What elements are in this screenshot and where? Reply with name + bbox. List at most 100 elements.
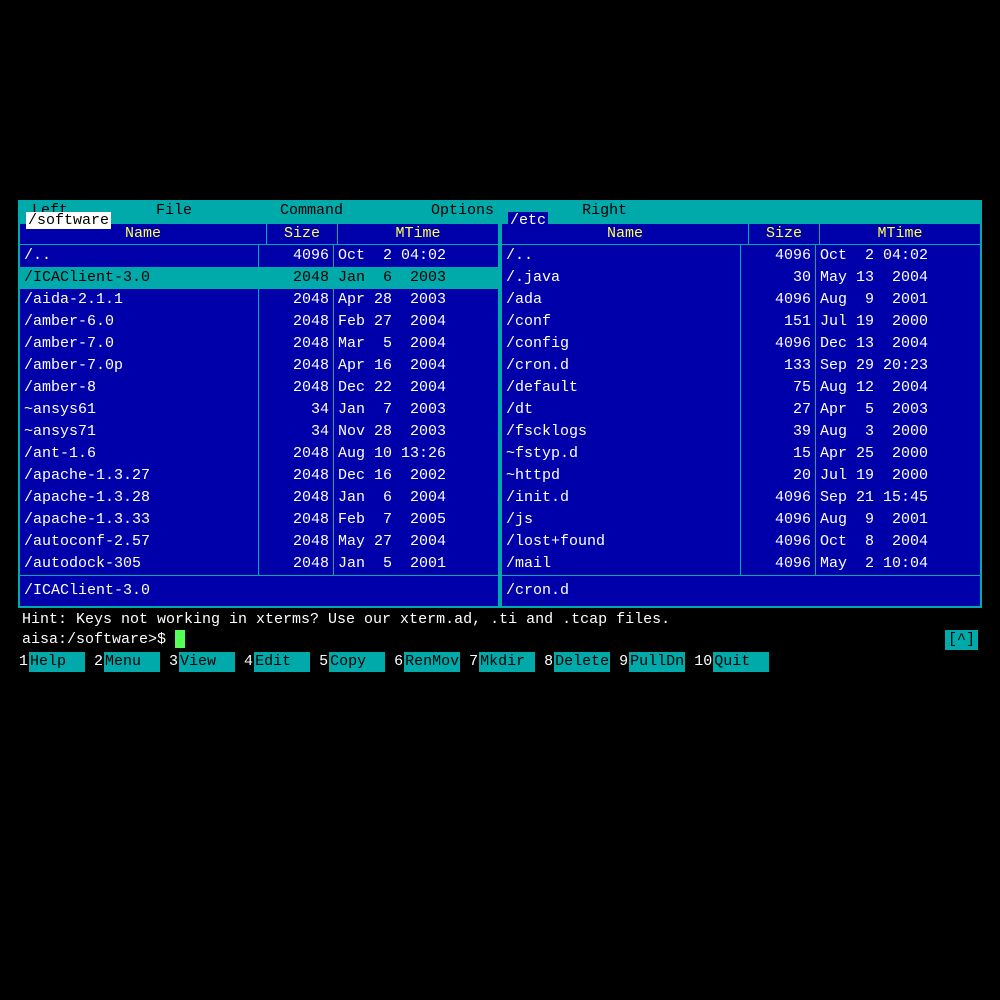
- file-row[interactable]: /fscklogs39Aug 3 2000: [502, 421, 980, 443]
- file-row[interactable]: /amber-82048Dec 22 2004: [20, 377, 498, 399]
- file-row[interactable]: /apache-1.3.332048Feb 7 2005: [20, 509, 498, 531]
- file-row[interactable]: ~ansys7134Nov 28 2003: [20, 421, 498, 443]
- file-row[interactable]: /mail4096May 2 10:04: [502, 553, 980, 575]
- file-name: /..: [20, 245, 259, 267]
- file-row[interactable]: /autodock-3052048Jan 5 2001: [20, 553, 498, 575]
- file-mtime: Apr 28 2003: [334, 289, 498, 311]
- header-mtime[interactable]: MTime: [820, 224, 980, 244]
- file-row[interactable]: /ICAClient-3.02048Jan 6 2003: [20, 267, 498, 289]
- fkey-view[interactable]: 3View: [168, 652, 235, 672]
- right-panel-status: /cron.d: [502, 575, 980, 606]
- file-row[interactable]: /amber-6.02048Feb 27 2004: [20, 311, 498, 333]
- file-row[interactable]: /config4096Dec 13 2004: [502, 333, 980, 355]
- left-panel[interactable]: /software Name Size MTime /..4096Oct 2 0…: [18, 222, 500, 608]
- file-row[interactable]: /autoconf-2.572048May 27 2004: [20, 531, 498, 553]
- fkey-label: View: [179, 652, 235, 672]
- fkey-help[interactable]: 1Help: [18, 652, 85, 672]
- file-row[interactable]: /ada4096Aug 9 2001: [502, 289, 980, 311]
- file-name: /conf: [502, 311, 741, 333]
- fkey-quit[interactable]: 10Quit: [693, 652, 769, 672]
- menu-command[interactable]: Command: [266, 200, 357, 222]
- file-mtime: Jan 7 2003: [334, 399, 498, 421]
- header-size[interactable]: Size: [749, 224, 820, 244]
- file-row[interactable]: /conf151Jul 19 2000: [502, 311, 980, 333]
- midnight-commander: Left File Command Options Right /softwar…: [18, 200, 982, 672]
- file-row[interactable]: /amber-7.02048Mar 5 2004: [20, 333, 498, 355]
- fkey-number: 1: [18, 652, 29, 672]
- file-row[interactable]: /ant-1.62048Aug 10 13:26: [20, 443, 498, 465]
- fkey-edit[interactable]: 4Edit: [243, 652, 310, 672]
- file-name: /..: [502, 245, 741, 267]
- prompt-text: aisa:/software>$: [22, 631, 175, 648]
- fkey-pulldn[interactable]: 9PullDn: [618, 652, 685, 672]
- file-row[interactable]: /amber-7.0p2048Apr 16 2004: [20, 355, 498, 377]
- file-size: 2048: [259, 509, 334, 531]
- left-panel-status: /ICAClient-3.0: [20, 575, 498, 606]
- file-mtime: Dec 13 2004: [816, 333, 980, 355]
- file-row[interactable]: /default75Aug 12 2004: [502, 377, 980, 399]
- file-row[interactable]: /aida-2.1.12048Apr 28 2003: [20, 289, 498, 311]
- file-row[interactable]: ~httpd20Jul 19 2000: [502, 465, 980, 487]
- fkey-label: Menu: [104, 652, 160, 672]
- file-name: /aida-2.1.1: [20, 289, 259, 311]
- file-row[interactable]: /dt27Apr 5 2003: [502, 399, 980, 421]
- file-size: 4096: [741, 487, 816, 509]
- fkey-label: Edit: [254, 652, 310, 672]
- file-mtime: Aug 3 2000: [816, 421, 980, 443]
- file-mtime: Oct 2 04:02: [334, 245, 498, 267]
- file-size: 2048: [259, 531, 334, 553]
- fkey-number: 5: [318, 652, 329, 672]
- fkey-menu[interactable]: 2Menu: [93, 652, 160, 672]
- file-row[interactable]: /..4096Oct 2 04:02: [502, 245, 980, 267]
- file-row[interactable]: /apache-1.3.272048Dec 16 2002: [20, 465, 498, 487]
- menu-file[interactable]: File: [142, 200, 206, 222]
- file-size: 4096: [741, 333, 816, 355]
- right-panel[interactable]: /etc Name Size MTime /..4096Oct 2 04:02/…: [500, 222, 982, 608]
- file-row[interactable]: ~fstyp.d15Apr 25 2000: [502, 443, 980, 465]
- header-size[interactable]: Size: [267, 224, 338, 244]
- file-row[interactable]: /cron.d133Sep 29 20:23: [502, 355, 980, 377]
- file-size: 2048: [259, 267, 334, 289]
- file-row[interactable]: /lost+found4096Oct 8 2004: [502, 531, 980, 553]
- menu-options[interactable]: Options: [417, 200, 508, 222]
- fkey-number: 8: [543, 652, 554, 672]
- file-row[interactable]: /js4096Aug 9 2001: [502, 509, 980, 531]
- file-name: /cron.d: [502, 355, 741, 377]
- file-name: /js: [502, 509, 741, 531]
- left-file-list: /..4096Oct 2 04:02/ICAClient-3.02048Jan …: [20, 245, 498, 575]
- file-mtime: Sep 21 15:45: [816, 487, 980, 509]
- file-name: /ICAClient-3.0: [20, 267, 259, 289]
- file-row[interactable]: /apache-1.3.282048Jan 6 2004: [20, 487, 498, 509]
- file-row[interactable]: ~ansys6134Jan 7 2003: [20, 399, 498, 421]
- file-name: /.java: [502, 267, 741, 289]
- fkey-copy[interactable]: 5Copy: [318, 652, 385, 672]
- file-mtime: Jan 5 2001: [334, 553, 498, 575]
- right-panel-headers: Name Size MTime: [502, 224, 980, 245]
- menu-right[interactable]: Right: [568, 200, 641, 222]
- header-mtime[interactable]: MTime: [338, 224, 498, 244]
- file-size: 2048: [259, 443, 334, 465]
- file-mtime: Apr 25 2000: [816, 443, 980, 465]
- prompt-line[interactable]: aisa:/software>$ [^]: [18, 630, 982, 650]
- fkey-mkdir[interactable]: 7Mkdir: [468, 652, 535, 672]
- file-row[interactable]: /..4096Oct 2 04:02: [20, 245, 498, 267]
- fkey-renmov[interactable]: 6RenMov: [393, 652, 460, 672]
- file-size: 2048: [259, 377, 334, 399]
- file-size: 39: [741, 421, 816, 443]
- fkey-label: PullDn: [629, 652, 685, 672]
- fkey-number: 10: [693, 652, 713, 672]
- file-name: /amber-7.0: [20, 333, 259, 355]
- file-row[interactable]: /init.d4096Sep 21 15:45: [502, 487, 980, 509]
- file-size: 4096: [741, 553, 816, 575]
- fkey-label: Mkdir: [479, 652, 535, 672]
- caret-indicator[interactable]: [^]: [945, 630, 978, 650]
- fkey-delete[interactable]: 8Delete: [543, 652, 610, 672]
- file-size: 4096: [741, 509, 816, 531]
- file-row[interactable]: /.java30May 13 2004: [502, 267, 980, 289]
- file-size: 2048: [259, 333, 334, 355]
- file-mtime: May 13 2004: [816, 267, 980, 289]
- file-mtime: May 27 2004: [334, 531, 498, 553]
- file-mtime: Nov 28 2003: [334, 421, 498, 443]
- file-mtime: Aug 9 2001: [816, 289, 980, 311]
- file-mtime: Apr 5 2003: [816, 399, 980, 421]
